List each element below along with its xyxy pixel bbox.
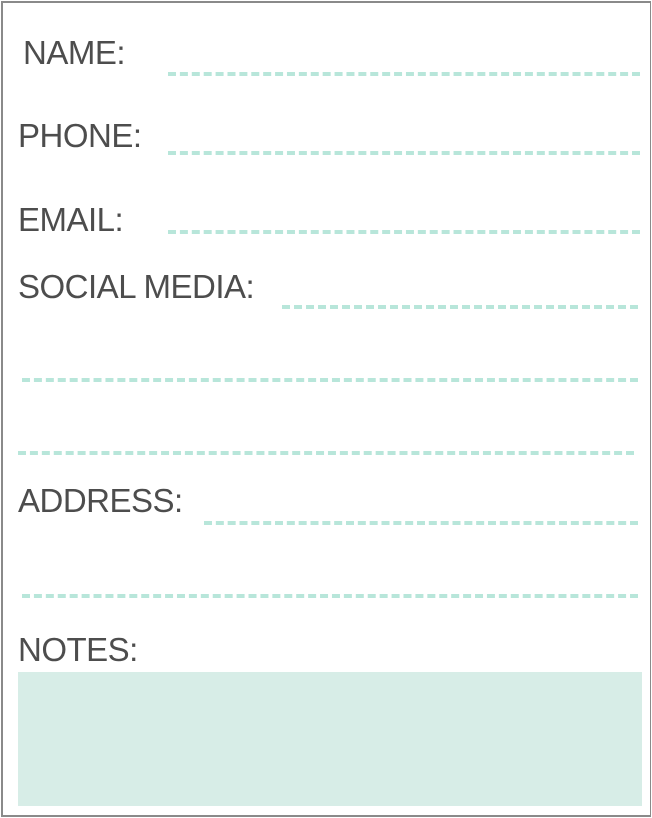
email-label: EMAIL:	[18, 201, 124, 238]
name-field[interactable]	[168, 72, 640, 76]
social-media-field-line-2[interactable]	[22, 378, 638, 382]
notes-area[interactable]	[18, 672, 642, 806]
notes-label: NOTES:	[18, 631, 138, 668]
address-field[interactable]	[204, 521, 638, 525]
social-media-field[interactable]	[282, 305, 638, 309]
social-media-field-line-3[interactable]	[18, 451, 634, 455]
phone-field[interactable]	[168, 151, 640, 155]
phone-label: PHONE:	[18, 117, 142, 154]
name-label: NAME:	[23, 34, 126, 71]
address-field-line-2[interactable]	[22, 594, 638, 598]
social-media-label: SOCIAL MEDIA:	[18, 268, 255, 305]
address-label: ADDRESS:	[18, 482, 183, 519]
email-field[interactable]	[168, 230, 640, 234]
